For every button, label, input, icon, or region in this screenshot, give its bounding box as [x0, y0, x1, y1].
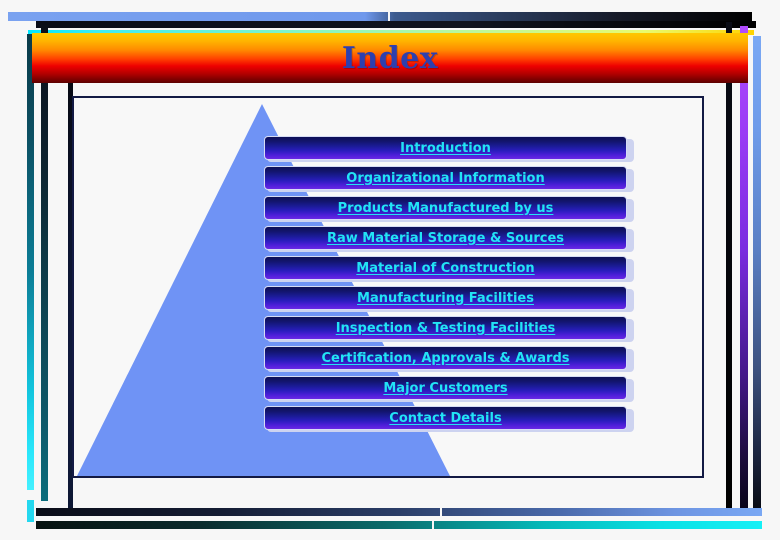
index-link-label[interactable]: Certification, Approvals & Awards: [321, 351, 569, 366]
list-item[interactable]: Manufacturing Facilities: [264, 286, 634, 312]
list-item[interactable]: Contact Details: [264, 406, 634, 432]
bottom-left-cyan-bar: [27, 500, 34, 522]
slide-canvas: Index Introduction Organizational Inform…: [0, 0, 780, 540]
index-link-label[interactable]: Organizational Information: [346, 171, 544, 186]
top-gradient-bar: [8, 12, 752, 21]
list-item[interactable]: Organizational Information: [264, 166, 634, 192]
index-button[interactable]: Inspection & Testing Facilities: [264, 316, 627, 340]
right-blue-bar: [753, 36, 761, 510]
index-button[interactable]: Material of Construction: [264, 256, 627, 280]
index-link-label[interactable]: Inspection & Testing Facilities: [336, 321, 556, 336]
bottom-teal-bar-seam: [432, 521, 434, 529]
page-title: Index: [341, 40, 439, 76]
index-button[interactable]: Products Manufactured by us: [264, 196, 627, 220]
left-dark-bar: [41, 25, 48, 501]
bottom-dark-bar-seam: [440, 508, 442, 516]
index-link-label[interactable]: Introduction: [400, 141, 491, 156]
index-button[interactable]: Major Customers: [264, 376, 627, 400]
index-button[interactable]: Contact Details: [264, 406, 627, 430]
list-item[interactable]: Introduction: [264, 136, 634, 162]
list-item[interactable]: Certification, Approvals & Awards: [264, 346, 634, 372]
list-item[interactable]: Inspection & Testing Facilities: [264, 316, 634, 342]
index-button[interactable]: Organizational Information: [264, 166, 627, 190]
list-item[interactable]: Raw Material Storage & Sources: [264, 226, 634, 252]
bottom-dark-bar: [36, 508, 762, 516]
index-link-label[interactable]: Contact Details: [389, 411, 501, 426]
right-black-bar: [726, 22, 732, 510]
index-link-label[interactable]: Products Manufactured by us: [338, 201, 554, 216]
index-link-label[interactable]: Manufacturing Facilities: [357, 291, 534, 306]
list-item[interactable]: Major Customers: [264, 376, 634, 402]
index-button[interactable]: Certification, Approvals & Awards: [264, 346, 627, 370]
index-link-label[interactable]: Major Customers: [383, 381, 507, 396]
index-link-label[interactable]: Raw Material Storage & Sources: [327, 231, 564, 246]
index-link-label[interactable]: Material of Construction: [356, 261, 534, 276]
index-button[interactable]: Raw Material Storage & Sources: [264, 226, 627, 250]
bottom-teal-bar: [36, 521, 762, 529]
index-button[interactable]: Introduction: [264, 136, 627, 160]
index-link-list: Introduction Organizational Information …: [264, 136, 634, 436]
list-item[interactable]: Material of Construction: [264, 256, 634, 282]
index-button[interactable]: Manufacturing Facilities: [264, 286, 627, 310]
right-purple-bar: [740, 26, 748, 510]
top-black-bar: [36, 21, 756, 28]
list-item[interactable]: Products Manufactured by us: [264, 196, 634, 222]
left-cyan-bar: [27, 34, 34, 490]
top-gradient-bar-seam: [388, 12, 390, 21]
